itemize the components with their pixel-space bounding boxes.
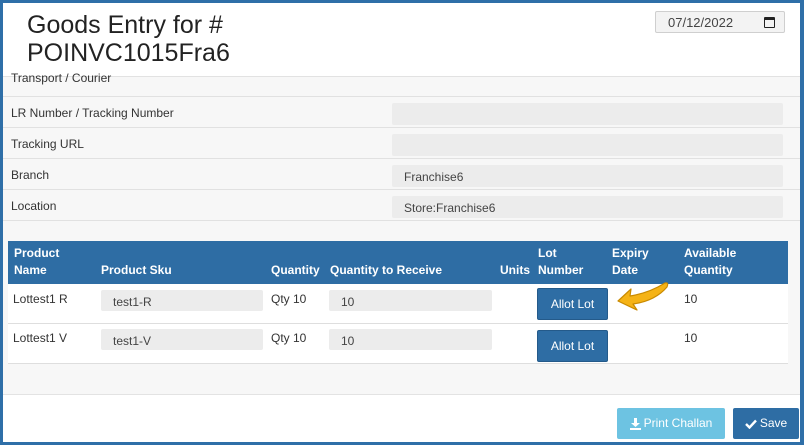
info-row-transport: Transport / Courier [3,71,800,97]
product-name: Lottest1 V [13,331,68,345]
sku-field[interactable]: test1-V [101,329,263,350]
save-label: Save [759,416,788,430]
dialog-header: Goods Entry for # POINVC1015Fra6 07/12/2… [3,3,800,77]
th-available-quantity: Available Quantity [684,246,737,277]
date-input[interactable]: 07/12/2022 [655,11,785,33]
location-field[interactable]: Store:Franchise6 [392,196,783,218]
qty-to-receive-input[interactable]: 10 [329,290,492,311]
goods-entry-dialog: Goods Entry for # POINVC1015Fra6 07/12/2… [3,3,800,442]
th-units: Units [500,263,530,277]
print-challan-label: Print Challan [643,416,713,430]
check-icon [744,419,757,429]
allot-lot-button[interactable]: Allot Lot [537,330,608,362]
product-name: Lottest1 R [13,292,68,306]
th-quantity: Quantity [271,263,320,277]
qty-to-receive-input[interactable]: 10 [329,329,492,350]
table-row: Lottest1 R test1-R Qty 10 10 Allot Lot 1… [8,284,788,324]
th-product-sku: Product Sku [101,263,172,277]
shipping-info: Transport / Courier LR Number / Tracking… [3,71,800,221]
print-challan-button[interactable]: Print Challan [617,408,725,439]
branch-field[interactable]: Franchise6 [392,165,783,187]
products-table: Product Name Product Sku Quantity Quanti… [8,241,788,364]
allot-lot-button[interactable]: Allot Lot [537,288,608,320]
info-row-branch: Branch Franchise6 [3,159,800,190]
th-lot-number: Lot Number [538,246,584,277]
branch-label: Branch [11,168,50,182]
th-qty-to-receive: Quantity to Receive [330,263,443,277]
info-row-tracking-url: Tracking URL [3,128,800,159]
page-title: Goods Entry for # POINVC1015Fra6 [27,11,230,67]
dialog-footer: Print Challan Save [3,394,800,442]
calendar-icon[interactable] [764,17,775,28]
lr-number-field[interactable] [392,103,783,125]
table-header: Product Name Product Sku Quantity Quanti… [8,241,788,284]
info-row-location: Location Store:Franchise6 [3,190,800,221]
available-quantity: 10 [684,331,698,345]
tracking-url-label: Tracking URL [11,137,84,151]
info-row-lr-number: LR Number / Tracking Number [3,97,800,128]
quantity: Qty 10 [271,292,307,306]
table-row: Lottest1 V test1-V Qty 10 10 Allot Lot 1… [8,324,788,364]
download-icon [629,417,641,430]
date-value: 07/12/2022 [668,15,734,30]
lr-number-label: LR Number / Tracking Number [11,106,174,120]
th-product-name: Product Name [14,246,60,277]
arrow-left-icon [617,282,669,311]
transport-label: Transport / Courier [11,71,112,85]
dialog-body: Transport / Courier LR Number / Tracking… [3,71,800,394]
available-quantity: 10 [684,292,698,306]
th-expiry-date: Expiry Date [612,246,649,277]
quantity: Qty 10 [271,331,307,345]
tracking-url-field[interactable] [392,134,783,156]
save-button[interactable]: Save [733,408,799,439]
location-label: Location [11,199,57,213]
sku-field[interactable]: test1-R [101,290,263,311]
